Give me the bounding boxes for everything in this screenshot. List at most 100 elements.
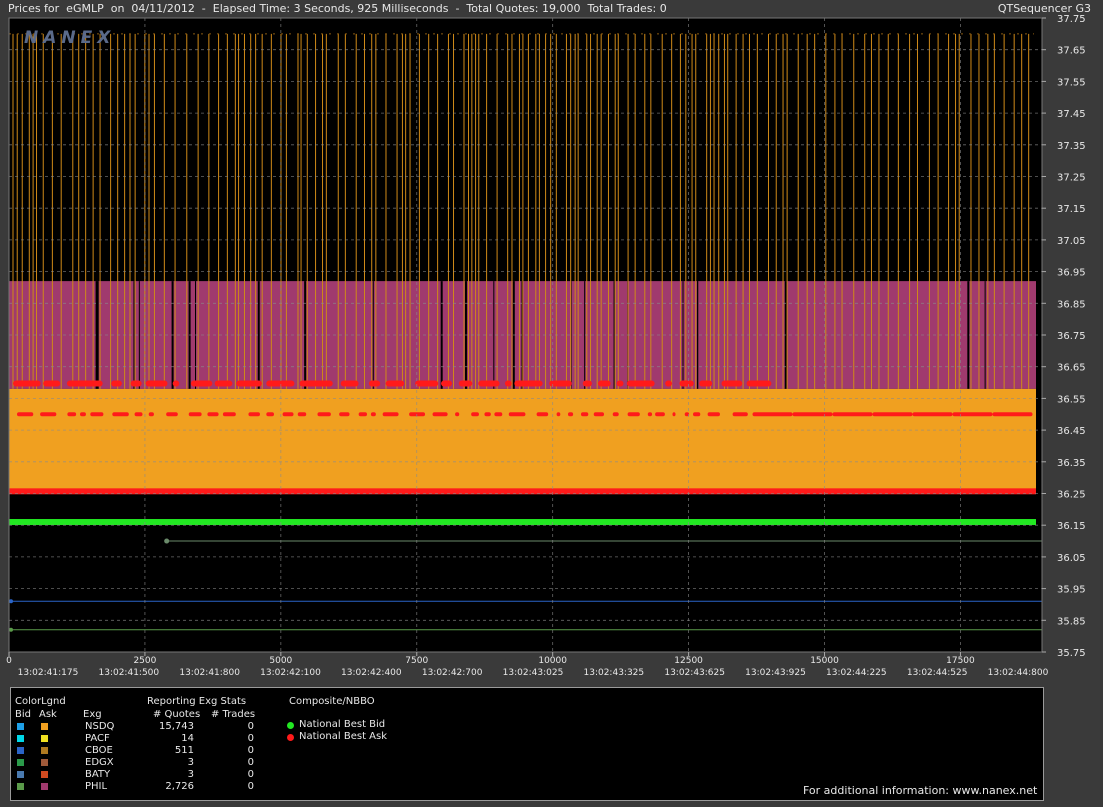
legend-panel: ColorLgnd Bid Ask Reporting Exg Stats Ex… <box>10 687 1044 801</box>
y-tick-label: 37.75 <box>1057 14 1086 25</box>
nba-lower-segment <box>471 412 479 417</box>
y-tick-label: 36.85 <box>1057 299 1086 310</box>
nba-lower-segment <box>17 412 34 417</box>
nba-lower-segment <box>992 412 1033 417</box>
nba-lower-segment <box>40 412 57 417</box>
nba-upper-segment <box>13 380 41 387</box>
nbbo-bid-label: National Best Bid <box>299 719 386 730</box>
nba-lower-segment <box>612 412 619 417</box>
nba-upper-segment <box>266 380 295 387</box>
x-time-label: 13:02:42:700 <box>422 668 483 678</box>
ask-color-swatch <box>41 747 48 754</box>
nba-upper-segment <box>582 380 592 387</box>
nba-lower-segment <box>732 412 748 417</box>
ask-color-swatch <box>41 759 48 766</box>
x-time-label: 13:02:44:225 <box>826 668 887 678</box>
bid-color-swatch <box>17 759 24 766</box>
trades-header: # Trades <box>211 709 256 720</box>
quote-count: 2,726 <box>165 781 194 792</box>
y-tick-label: 36.15 <box>1057 521 1086 532</box>
nba-lower-segment <box>148 412 154 417</box>
nba-lower-segment <box>455 412 460 417</box>
nba-lower-segment <box>166 412 178 417</box>
exchange-name: CBOE <box>85 745 113 756</box>
y-tick-label: 36.75 <box>1057 331 1086 342</box>
nba-lower-segment <box>707 412 720 417</box>
bid-color-swatch <box>17 771 24 778</box>
nba-lower-segment <box>90 412 104 417</box>
footer-text: For additional information: www.nanex.ne… <box>803 784 1038 797</box>
quote-count: 3 <box>187 757 194 768</box>
nba-upper-segment <box>616 380 624 387</box>
y-tick-label: 37.55 <box>1057 77 1086 88</box>
x-tick-label: 15000 <box>810 656 839 666</box>
x-time-label: 13:02:43:025 <box>503 668 564 678</box>
nba-upper-segment <box>597 380 611 387</box>
nba-lower-segment <box>382 412 399 417</box>
nba-upper-segment <box>415 380 439 387</box>
x-tick-label: 7500 <box>405 656 428 666</box>
y-tick-label: 36.55 <box>1057 394 1086 405</box>
y-tick-label: 36.45 <box>1057 426 1086 437</box>
composite-title: Composite/NBBO <box>289 696 375 707</box>
bid-color-swatch <box>17 735 24 742</box>
nba-lower-segment <box>188 412 202 417</box>
nba-lower-segment <box>672 412 676 417</box>
nba-lower-segment <box>792 412 833 417</box>
y-tick-label: 37.15 <box>1057 204 1086 215</box>
x-tick-label: 12500 <box>674 656 703 666</box>
nba-upper-segment <box>340 380 359 387</box>
nba-lower-segment <box>494 412 503 417</box>
nsdq-ask-band <box>9 388 1036 491</box>
nba-upper-segment <box>665 380 673 387</box>
ask-color-swatch <box>41 735 48 742</box>
ask-color-swatch <box>41 783 48 790</box>
x-tick-label: 2500 <box>133 656 156 666</box>
x-tick-label: 10000 <box>538 656 567 666</box>
exg-header: Exg <box>83 709 102 720</box>
exchange-name: BATY <box>85 769 111 780</box>
nba-upper-segment <box>514 380 543 387</box>
y-tick-label: 37.35 <box>1057 141 1086 152</box>
nba-lower-segment <box>266 412 275 417</box>
nba-lower-segment <box>832 412 873 417</box>
x-time-label: 13:02:41:800 <box>179 668 240 678</box>
stats-title: Reporting Exg Stats <box>147 696 247 707</box>
nba-upper-segment <box>385 380 405 387</box>
edgx-bid-marker <box>164 538 170 544</box>
nba-lower-segment <box>317 412 331 417</box>
y-tick-label: 37.65 <box>1057 46 1086 57</box>
nba-lower-segment <box>912 412 953 417</box>
nba-lower-segment <box>297 412 307 417</box>
nba-lower-segment <box>112 412 129 417</box>
x-time-label: 13:02:43:925 <box>745 668 806 678</box>
nba-lower-segment <box>282 412 294 417</box>
nba-lower-segment <box>248 412 260 417</box>
ask-color-swatch <box>41 723 48 730</box>
nba-upper-segment <box>746 380 772 387</box>
nba-lower-segment <box>508 412 526 417</box>
x-time-label: 13:02:42:400 <box>341 668 402 678</box>
nba-upper-segment <box>368 380 381 387</box>
nba-lower-segment <box>370 412 376 417</box>
nba-lower-segment <box>872 412 913 417</box>
x-time-label: 13:02:44:800 <box>988 668 1049 678</box>
exchange-name: NSDQ <box>85 721 115 732</box>
nba-lower-segment <box>222 412 236 417</box>
nba-upper-segment <box>111 380 122 387</box>
x-time-label: 13:02:44:525 <box>907 668 968 678</box>
nba-lower-segment <box>952 412 993 417</box>
exchange-name: PHIL <box>85 781 108 792</box>
nba-lower-segment <box>79 412 86 417</box>
x-time-label: 13:02:41:500 <box>99 668 160 678</box>
y-tick-label: 37.05 <box>1057 236 1086 247</box>
nbbo-ask-dot <box>287 734 294 741</box>
cboe-bid-marker <box>9 599 13 604</box>
bid-color-swatch <box>17 723 24 730</box>
nba-upper-segment <box>214 380 233 387</box>
nba-upper-segment <box>679 380 694 387</box>
exchange-name: EDGX <box>85 757 114 768</box>
y-tick-label: 35.85 <box>1057 616 1086 627</box>
nba-lower-segment <box>647 412 653 417</box>
nba-upper-segment <box>43 380 61 387</box>
